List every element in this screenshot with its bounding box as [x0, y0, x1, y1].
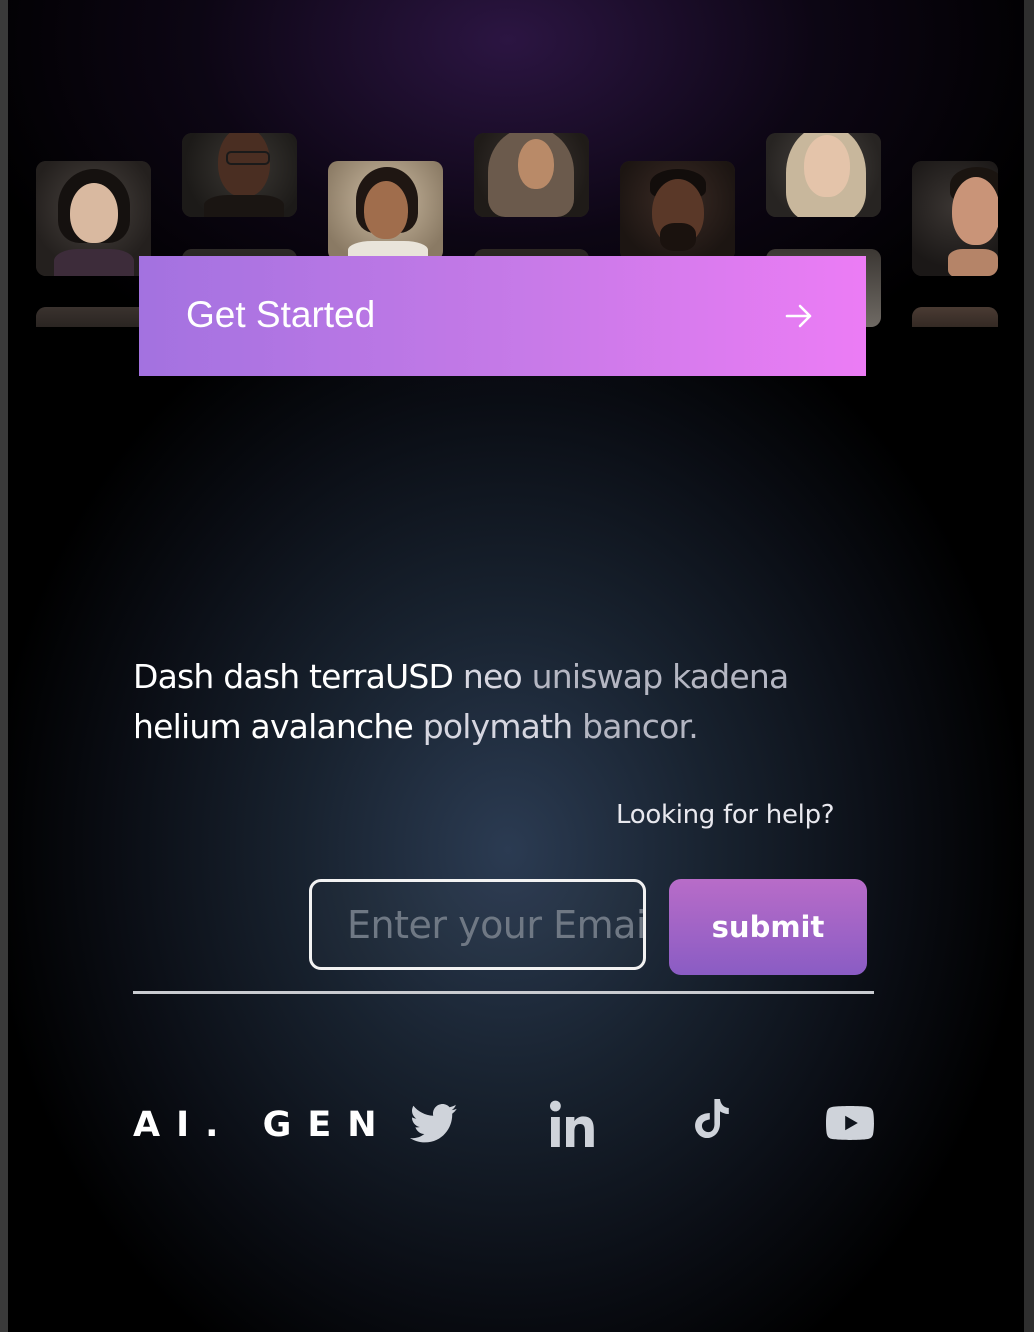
- submit-button[interactable]: submit: [669, 879, 867, 975]
- portrait-man-beard: [620, 161, 735, 261]
- arrow-right-icon: [785, 304, 812, 328]
- tagline: Dash dash terraUSD neo uniswap kadena he…: [133, 652, 893, 752]
- help-link[interactable]: Looking for help?: [616, 800, 835, 830]
- linkedin-icon[interactable]: [550, 1100, 596, 1148]
- tagline-word: polymath: [422, 707, 573, 746]
- portrait-man-glasses: [182, 133, 297, 217]
- window-left-edge: [0, 0, 8, 1332]
- youtube-icon[interactable]: [826, 1106, 874, 1140]
- portrait-woman-east-asian: [36, 161, 151, 276]
- tagline-word: neo: [462, 657, 523, 696]
- tagline-word: uniswap: [531, 657, 664, 696]
- scrollbar[interactable]: [1024, 0, 1034, 1332]
- tagline-word: terraUSD: [309, 657, 454, 696]
- portrait-man-stubble: [912, 161, 998, 276]
- twitter-icon[interactable]: [410, 1104, 458, 1144]
- page: Get Started Dash dash terraUSD neo unisw…: [0, 0, 1034, 1332]
- portrait-woman-blonde: [766, 133, 881, 217]
- get-started-label: Get Started: [186, 294, 376, 335]
- portrait-tile-partial: [36, 307, 151, 327]
- tagline-word: bancor.: [582, 707, 699, 746]
- tiktok-icon[interactable]: [691, 1099, 731, 1145]
- portrait-tile-partial: [912, 307, 998, 327]
- tagline-word: avalanche: [250, 707, 414, 746]
- brand-logo: AI. GEN: [133, 1105, 393, 1145]
- hero-section: Get Started Dash dash terraUSD neo unisw…: [8, 0, 1024, 1332]
- portrait-woman-headscarf: [474, 133, 589, 217]
- portrait-woman-south-asian: [328, 161, 443, 261]
- email-field[interactable]: [309, 879, 646, 970]
- tagline-word: helium: [133, 707, 242, 746]
- tagline-word: dash: [223, 657, 300, 696]
- get-started-button[interactable]: Get Started: [139, 256, 866, 376]
- tagline-word: kadena: [672, 657, 789, 696]
- divider: [133, 991, 874, 994]
- tagline-word: Dash: [133, 657, 214, 696]
